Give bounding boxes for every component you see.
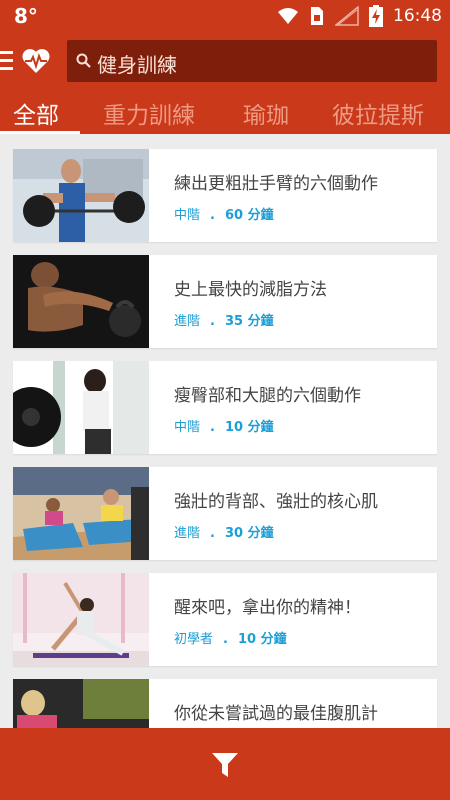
tab-weight-training[interactable]: 重力訓練 [103,96,195,130]
signal-icon [335,6,359,26]
workout-meta: 初學者. 10 分鐘 [174,632,287,647]
workout-title: 練出更粗壯手臂的六個動作 [174,174,378,194]
ab-workout-thumbnail [13,679,149,728]
workout-level: 初學者 [174,632,214,647]
workout-meta: 中階. 10 分鐘 [174,420,274,435]
category-tabs: 全部 重力訓練 瑜珈 彼拉提斯 [0,90,450,134]
workout-card[interactable]: 練出更粗壯手臂的六個動作 中階. 60 分鐘 [13,149,437,242]
workout-meta: 進階. 30 分鐘 [174,526,274,541]
workout-card[interactable]: 史上最快的減脂方法 進階. 35 分鐘 [13,255,437,348]
clock-time: 16:48 [393,6,442,26]
tab-pilates[interactable]: 彼拉提斯 [332,96,424,130]
workout-card[interactable]: 醒來吧，拿出你的精神！ 初學者. 10 分鐘 [13,573,437,666]
weight-plate-thumbnail [13,361,149,454]
workout-card[interactable]: 強壯的背部、強壯的核心肌 進階. 30 分鐘 [13,467,437,560]
workout-meta: 中階. 60 分鐘 [174,208,274,223]
wifi-icon [278,8,298,24]
tab-yoga[interactable]: 瑜珈 [243,96,289,130]
workout-title: 你從未嘗試過的最佳腹肌計 [174,704,378,724]
workout-title: 史上最快的減脂方法 [174,280,327,300]
search-icon [76,53,91,68]
workout-list[interactable]: 練出更粗壯手臂的六個動作 中階. 60 分鐘 史上最快的減脂方法 進階. 35 分鐘 [0,134,450,728]
status-bar: 8° 16:48 [0,0,450,32]
app-bar: 健身訓練 [0,32,450,90]
yoga-stretch-thumbnail [13,573,149,666]
workout-level: 中階 [174,420,201,435]
workout-duration: 10 分鐘 [237,632,287,647]
carrier-text: 8° [14,4,38,28]
workout-card[interactable]: 你從未嘗試過的最佳腹肌計 [13,679,437,728]
group-plank-thumbnail [13,467,149,560]
search-input[interactable]: 健身訓練 [67,40,437,82]
workout-level: 進階 [174,526,201,541]
workout-title: 醒來吧，拿出你的精神！ [174,598,361,618]
workout-card[interactable]: 瘦臀部和大腿的六個動作 中階. 10 分鐘 [13,361,437,454]
sim-card-icon [311,7,323,25]
barbell-curl-thumbnail [13,149,149,242]
workout-duration: 10 分鐘 [224,420,274,435]
workout-level: 進階 [174,314,201,329]
search-text: 健身訓練 [97,53,177,77]
workout-title: 強壯的背部、強壯的核心肌 [174,492,378,512]
workout-level: 中階 [174,208,201,223]
tab-all[interactable]: 全部 [13,96,59,130]
workout-duration: 60 分鐘 [224,208,274,223]
menu-icon[interactable] [0,51,13,71]
workout-title: 瘦臀部和大腿的六個動作 [174,386,361,406]
bottom-bar [0,728,450,800]
workout-duration: 35 分鐘 [224,314,274,329]
heart-rate-logo-icon [22,49,50,73]
battery-charging-icon [369,5,383,27]
filter-icon[interactable] [211,752,239,778]
workout-duration: 30 分鐘 [224,526,274,541]
workout-meta: 進階. 35 分鐘 [174,314,274,329]
kettlebell-thumbnail [13,255,149,348]
